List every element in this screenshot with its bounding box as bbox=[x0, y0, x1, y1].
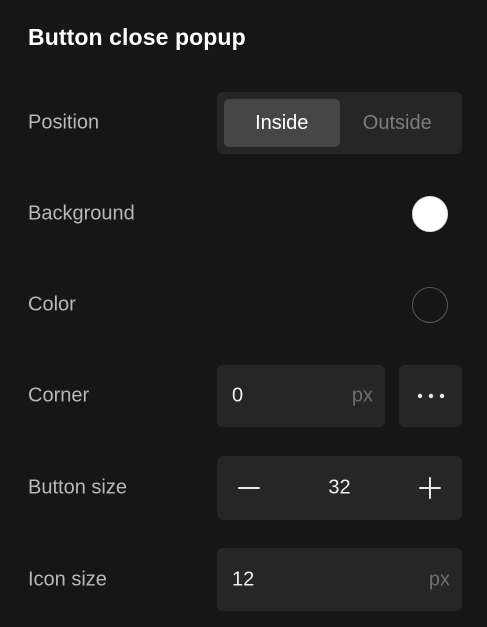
background-color-swatch[interactable] bbox=[412, 196, 448, 232]
button-size-value[interactable]: 32 bbox=[328, 477, 350, 500]
button-size-decrement-button[interactable] bbox=[217, 456, 281, 520]
corner-label: Corner bbox=[28, 384, 90, 407]
position-row: Position Inside Outside bbox=[0, 92, 487, 154]
close-button-settings-panel: Button close popup Position Inside Outsi… bbox=[0, 0, 487, 627]
corner-more-button[interactable] bbox=[399, 365, 462, 427]
corner-input[interactable]: 0 px bbox=[217, 365, 385, 427]
color-row: Color bbox=[0, 274, 487, 336]
background-label: Background bbox=[28, 202, 135, 225]
button-size-row: Button size 32 bbox=[0, 456, 487, 520]
corner-unit: px bbox=[351, 384, 373, 407]
color-label: Color bbox=[28, 293, 76, 316]
plus-icon bbox=[419, 477, 441, 499]
button-size-stepper: 32 bbox=[217, 456, 462, 520]
icon-size-value: 12 bbox=[232, 568, 255, 590]
background-row: Background bbox=[0, 183, 487, 245]
position-option-inside[interactable]: Inside bbox=[224, 99, 340, 147]
corner-value: 0 bbox=[232, 384, 244, 407]
icon-size-input[interactable]: 12 px bbox=[217, 548, 462, 611]
panel-title: Button close popup bbox=[28, 24, 246, 50]
position-label: Position bbox=[28, 111, 100, 134]
button-size-label: Button size bbox=[28, 476, 127, 499]
position-option-outside[interactable]: Outside bbox=[340, 99, 456, 147]
icon-size-label: Icon size bbox=[28, 568, 107, 591]
icon-size-unit: px bbox=[428, 568, 450, 590]
minus-icon bbox=[238, 487, 260, 489]
more-horizontal-icon bbox=[417, 393, 444, 399]
position-segmented-control: Inside Outside bbox=[217, 92, 462, 154]
button-size-increment-button[interactable] bbox=[398, 456, 462, 520]
icon-color-swatch[interactable] bbox=[412, 287, 448, 323]
icon-size-row: Icon size 12 px bbox=[0, 548, 487, 611]
corner-row: Corner 0 px bbox=[0, 365, 487, 427]
